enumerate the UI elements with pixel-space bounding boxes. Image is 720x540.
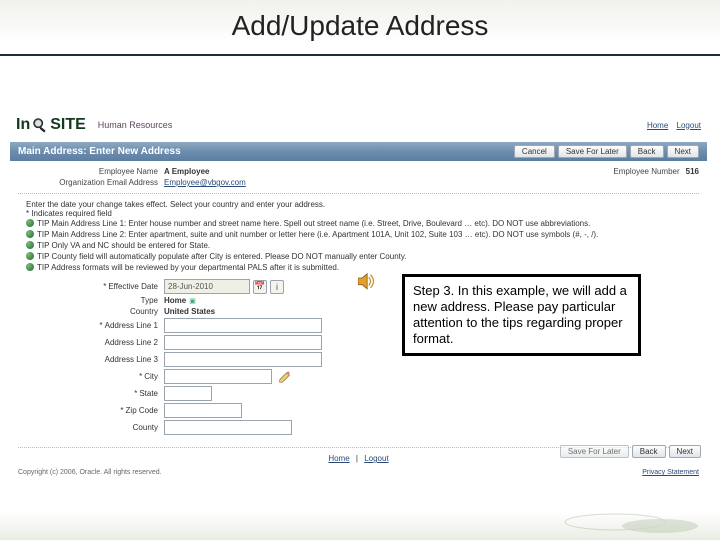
tip-text: TIP County field will automatically popu… [37, 251, 407, 262]
save-button[interactable]: Save For Later [558, 145, 627, 158]
link-home[interactable]: Home [647, 121, 668, 130]
speaker-icon [358, 273, 378, 291]
footer-home-link[interactable]: Home [328, 454, 349, 463]
emp-name-value: A Employee [164, 167, 210, 176]
calendar-icon[interactable]: 📅 [253, 280, 267, 294]
org-email-label: Organization Email Address [18, 178, 164, 187]
slide-title: Add/Update Address [0, 10, 720, 42]
tip-icon [26, 241, 34, 249]
section-title: Main Address: Enter New Address [18, 146, 181, 157]
county-label: County [18, 423, 164, 432]
copyright: Copyright (c) 2006, Oracle. All rights r… [18, 469, 162, 476]
section-bar: Main Address: Enter New Address Cancel S… [10, 142, 707, 161]
lower-buttons: Save For Later Back Next [560, 445, 701, 458]
privacy-link[interactable]: Privacy Statement [642, 469, 699, 476]
instructions: Enter the date your change takes effect.… [10, 196, 707, 275]
app-subtitle: Human Resources [98, 120, 173, 130]
required-note: * Indicates required field [26, 209, 699, 218]
slide-decoration [560, 508, 700, 534]
tip-text: TIP Only VA and NC should be entered for… [37, 240, 210, 251]
city-input[interactable] [164, 369, 272, 384]
next-button-lower[interactable]: Next [669, 445, 701, 458]
link-logout[interactable]: Logout [677, 121, 701, 130]
step-callout: Step 3. In this example, we will add a n… [402, 274, 641, 356]
tip-icon [26, 230, 34, 238]
tip-icon [26, 263, 34, 271]
divider [18, 193, 699, 194]
tip-icon [26, 219, 34, 227]
eff-date-input[interactable] [164, 279, 250, 294]
state-label: State [139, 389, 158, 398]
back-button[interactable]: Back [630, 145, 664, 158]
top-links: Home Logout [641, 121, 701, 130]
addr3-input[interactable] [164, 352, 322, 367]
eff-date-label: Effective Date [108, 282, 158, 291]
logo-row: In SITE Human Resources Home Logout [10, 108, 707, 142]
type-value: Home [164, 296, 186, 305]
tip-text: TIP Main Address Line 2: Enter apartment… [37, 229, 598, 240]
save-button-lower[interactable]: Save For Later [560, 445, 629, 458]
org-email-link[interactable]: Employee@vbgov.com [164, 178, 246, 187]
tip-icon [26, 252, 34, 260]
zip-input[interactable] [164, 403, 242, 418]
logo-pre: In [16, 116, 30, 134]
addr3-label: Address Line 3 [18, 355, 164, 364]
country-label: Country [18, 307, 164, 316]
addr1-input[interactable] [164, 318, 322, 333]
footer-logout-link[interactable]: Logout [364, 454, 388, 463]
state-input[interactable] [164, 386, 212, 401]
title-rule [0, 54, 720, 56]
emp-name-label: Employee Name [18, 167, 164, 176]
country-value: United States [164, 307, 215, 316]
next-button[interactable]: Next [667, 145, 699, 158]
type-indicator-icon: ▣ [189, 297, 196, 305]
tip-text: TIP Address formats will be reviewed by … [37, 262, 339, 273]
cancel-button[interactable]: Cancel [514, 145, 555, 158]
addr1-label: Address Line 1 [105, 321, 158, 330]
employee-meta: Employee Name A Employee Employee Number… [10, 161, 707, 191]
tip-text: TIP Main Address Line 1: Enter house num… [37, 218, 590, 229]
emp-no-value: 516 [686, 167, 699, 176]
intro-text: Enter the date your change takes effect.… [26, 200, 699, 209]
city-label: City [144, 372, 158, 381]
magnifier-icon [31, 116, 49, 134]
zip-label: Zip Code [126, 406, 158, 415]
app-logo: In SITE [16, 116, 86, 134]
type-label: Type [18, 296, 164, 305]
addr2-input[interactable] [164, 335, 322, 350]
date-helper-icon[interactable]: i [270, 280, 284, 294]
back-button-lower[interactable]: Back [632, 445, 666, 458]
emp-no-label: Employee Number [613, 167, 685, 176]
addr2-label: Address Line 2 [18, 338, 164, 347]
county-input[interactable] [164, 420, 292, 435]
logo-post: SITE [50, 116, 86, 134]
edit-icon[interactable] [278, 370, 292, 384]
